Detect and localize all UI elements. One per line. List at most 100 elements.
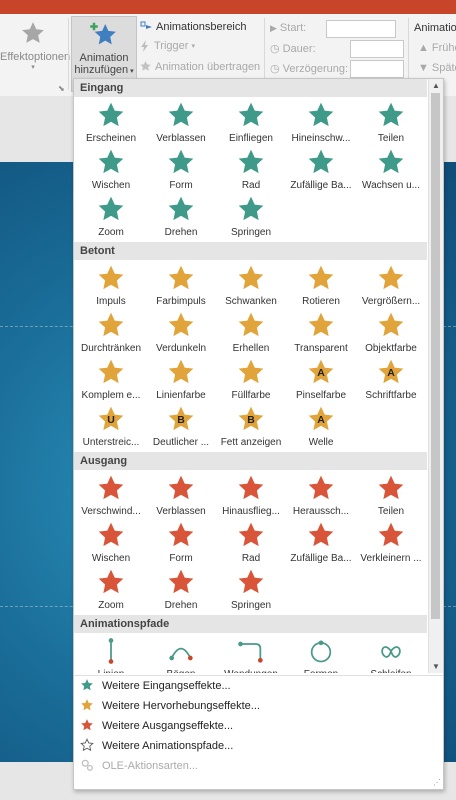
effect-ausgang-9[interactable]: Verkleinern ...	[356, 519, 426, 566]
effect-eingang-9[interactable]: Wachsen u...	[356, 146, 426, 193]
effect-betont-4[interactable]: Vergrößern...	[356, 262, 426, 309]
effect-label: Einfliegen	[229, 133, 273, 144]
effect-betont-13[interactable]: A Pinselfarbe	[286, 356, 356, 403]
effect-eingang-1[interactable]: Verblassen	[146, 99, 216, 146]
effect-ausgang-11[interactable]: Drehen	[146, 566, 216, 613]
effect-label: Hineinschw...	[291, 133, 351, 144]
effect-eingang-8[interactable]: Zufällige Ba...	[286, 146, 356, 193]
gallery-scrollbar[interactable]: ▲ ▼	[428, 79, 443, 673]
effect-pfade-1[interactable]: Bögen	[146, 635, 216, 673]
effect-label: Form	[169, 180, 193, 191]
effect-betont-10[interactable]: Komplem e...	[76, 356, 146, 403]
effect-label: Drehen	[164, 227, 198, 238]
effect-betont-18[interactable]: A Welle	[286, 403, 356, 450]
effect-eingang-5[interactable]: Wischen	[76, 146, 146, 193]
motion-path-icon	[167, 635, 195, 668]
effect-options-button[interactable]: Effektoptionen ▾	[0, 18, 70, 88]
grid-pfade: Linien Bögen Wendungen Formen Schleifen	[74, 633, 427, 673]
star-icon	[237, 99, 265, 132]
effect-ausgang-1[interactable]: Verblassen	[146, 472, 216, 519]
effect-betont-14[interactable]: A Schriftfarbe	[356, 356, 426, 403]
effect-ausgang-7[interactable]: Rad	[216, 519, 286, 566]
reorder-header: Animatio	[414, 22, 456, 34]
trigger-button[interactable]: Trigger ▾	[139, 40, 195, 52]
effect-betont-6[interactable]: Verdunkeln	[146, 309, 216, 356]
star-icon	[307, 519, 335, 552]
animation-painter-icon	[140, 61, 151, 71]
effect-label: Verkleinern ...	[360, 553, 422, 564]
effect-ausgang-4[interactable]: Teilen	[356, 472, 426, 519]
effect-betont-15[interactable]: U Unterstreic...	[76, 403, 146, 450]
move-earlier-button[interactable]: ▲Frühe	[418, 42, 456, 54]
star-icon	[167, 472, 195, 505]
more-effects-item-4[interactable]: OLE-Aktionsarten...	[74, 756, 443, 776]
effect-pfade-3[interactable]: Formen	[286, 635, 356, 673]
more-effects-item-2[interactable]: Weitere Ausgangseffekte...	[74, 716, 443, 736]
star-icon	[237, 309, 265, 342]
animation-pane-label: Animationsbereich	[156, 21, 247, 33]
effect-betont-12[interactable]: Füllfarbe	[216, 356, 286, 403]
effect-label: Formen	[304, 669, 338, 673]
effect-betont-2[interactable]: Schwanken	[216, 262, 286, 309]
effect-label: Heraussch...	[292, 506, 350, 517]
animation-painter-button[interactable]: Animation übertragen	[139, 60, 260, 73]
star-icon	[22, 22, 44, 43]
star-icon	[307, 309, 335, 342]
effect-eingang-4[interactable]: Teilen	[356, 99, 426, 146]
scroll-up-icon[interactable]: ▲	[429, 79, 443, 92]
effect-betont-3[interactable]: Rotieren	[286, 262, 356, 309]
effect-eingang-0[interactable]: Erscheinen	[76, 99, 146, 146]
delay-input[interactable]	[350, 60, 404, 78]
effect-betont-16[interactable]: B Deutlicher ...	[146, 403, 216, 450]
effect-ausgang-6[interactable]: Form	[146, 519, 216, 566]
effect-betont-0[interactable]: Impuls	[76, 262, 146, 309]
effect-betont-1[interactable]: Farbimpuls	[146, 262, 216, 309]
star-outline-icon	[80, 737, 94, 755]
effect-label: Durchtränken	[80, 343, 142, 354]
dialog-launcher-icon[interactable]: ⬊	[58, 84, 65, 93]
scroll-down-icon[interactable]: ▼	[429, 660, 443, 673]
scrollbar-thumb[interactable]	[431, 93, 440, 619]
more-effects-item-1[interactable]: Weitere Hervorhebungseffekte...	[74, 696, 443, 716]
effect-pfade-4[interactable]: Schleifen	[356, 635, 426, 673]
effect-betont-9[interactable]: Objektfarbe	[356, 309, 426, 356]
effect-betont-11[interactable]: Linienfarbe	[146, 356, 216, 403]
star-icon	[307, 146, 335, 179]
star-icon	[377, 262, 405, 295]
star-icon: A	[307, 403, 335, 436]
effect-ausgang-5[interactable]: Wischen	[76, 519, 146, 566]
effect-ausgang-0[interactable]: Verschwind...	[76, 472, 146, 519]
effect-ausgang-10[interactable]: Zoom	[76, 566, 146, 613]
effect-eingang-2[interactable]: Einfliegen	[216, 99, 286, 146]
effect-eingang-6[interactable]: Form	[146, 146, 216, 193]
move-later-button[interactable]: ▼Späte	[418, 62, 456, 74]
effect-pfade-2[interactable]: Wendungen	[216, 635, 286, 673]
effect-ausgang-8[interactable]: Zufällige Ba...	[286, 519, 356, 566]
lightning-icon	[141, 40, 148, 52]
animation-pane-button[interactable]: Animationsbereich	[139, 20, 247, 34]
effect-pfade-0[interactable]: Linien	[76, 635, 146, 673]
effect-eingang-10[interactable]: Zoom	[76, 193, 146, 240]
effect-eingang-11[interactable]: Drehen	[146, 193, 216, 240]
effect-betont-5[interactable]: Durchtränken	[76, 309, 146, 356]
effect-eingang-12[interactable]: Springen	[216, 193, 286, 240]
effect-eingang-3[interactable]: Hineinschw...	[286, 99, 356, 146]
more-effects-item-0[interactable]: Weitere Eingangseffekte...	[74, 676, 443, 696]
start-select[interactable]	[326, 20, 396, 38]
grid-betont: Impuls Farbimpuls Schwanken Rotieren Vergröß…	[74, 260, 427, 452]
effect-betont-8[interactable]: Transparent	[286, 309, 356, 356]
effect-ausgang-2[interactable]: Hinausflieg...	[216, 472, 286, 519]
duration-input[interactable]	[350, 40, 404, 58]
effect-ausgang-3[interactable]: Heraussch...	[286, 472, 356, 519]
effect-label: Zoom	[98, 227, 124, 238]
effect-eingang-7[interactable]: Rad	[216, 146, 286, 193]
effect-label: Unterstreic...	[82, 437, 140, 448]
duration-label: ◷ Dauer:	[270, 42, 316, 56]
effect-betont-17[interactable]: B Fett anzeigen	[216, 403, 286, 450]
effect-betont-7[interactable]: Erhellen	[216, 309, 286, 356]
star-icon	[167, 519, 195, 552]
more-effects-item-3[interactable]: Weitere Animationspfade...	[74, 736, 443, 756]
star-icon: B	[167, 403, 195, 436]
effect-ausgang-12[interactable]: Springen	[216, 566, 286, 613]
resize-grip-icon[interactable]: ⋰	[433, 778, 441, 787]
